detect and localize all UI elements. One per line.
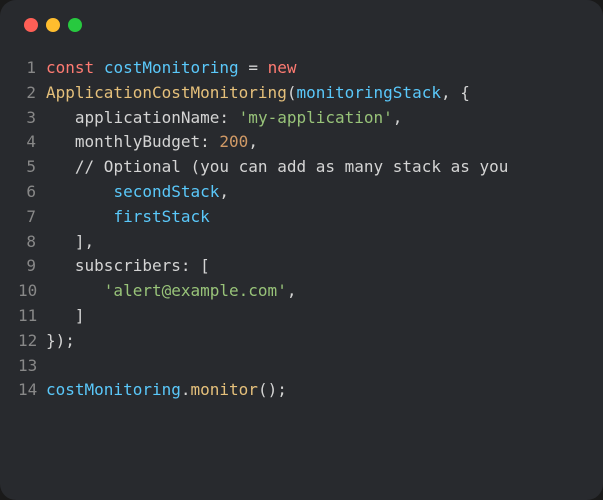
token-punct bbox=[94, 58, 104, 77]
token-op: = bbox=[248, 58, 258, 77]
line-content[interactable]: ], bbox=[46, 230, 94, 255]
line-content[interactable]: costMonitoring.monitor(); bbox=[46, 378, 287, 403]
line-number: 3 bbox=[18, 106, 46, 131]
token-punct: , { bbox=[441, 83, 470, 102]
token-var: costMonitoring bbox=[46, 380, 181, 399]
code-line[interactable]: 2ApplicationCostMonitoring(monitoringSta… bbox=[18, 81, 585, 106]
line-content[interactable]: ] bbox=[46, 304, 85, 329]
token-method: monitor bbox=[191, 380, 258, 399]
line-number: 8 bbox=[18, 230, 46, 255]
line-content[interactable]: }); bbox=[46, 329, 75, 354]
token-punct: (); bbox=[258, 380, 287, 399]
code-line[interactable]: 6 secondStack, bbox=[18, 180, 585, 205]
line-content[interactable]: // Optional (you can add as many stack a… bbox=[46, 155, 508, 180]
code-line[interactable]: 7 firstStack bbox=[18, 205, 585, 230]
code-line[interactable]: 12}); bbox=[18, 329, 585, 354]
token-punct bbox=[46, 132, 75, 151]
token-keyword: new bbox=[268, 58, 297, 77]
code-line[interactable]: 13 bbox=[18, 354, 585, 379]
token-punct: , bbox=[219, 182, 229, 201]
token-prop: monthlyBudget bbox=[75, 132, 200, 151]
line-number: 4 bbox=[18, 130, 46, 155]
token-prop: subscribers bbox=[75, 256, 181, 275]
line-content[interactable]: monthlyBudget: 200, bbox=[46, 130, 258, 155]
token-keyword: const bbox=[46, 58, 94, 77]
token-punct: ], bbox=[46, 232, 94, 251]
token-string: 'my-application' bbox=[239, 108, 393, 127]
close-icon[interactable] bbox=[24, 18, 38, 32]
token-prop: applicationName bbox=[75, 108, 220, 127]
token-punct bbox=[258, 58, 268, 77]
code-line[interactable]: 3 applicationName: 'my-application', bbox=[18, 106, 585, 131]
line-content[interactable]: 'alert@example.com', bbox=[46, 279, 296, 304]
line-content[interactable]: subscribers: [ bbox=[46, 254, 210, 279]
code-line[interactable]: 1const costMonitoring = new bbox=[18, 56, 585, 81]
maximize-icon[interactable] bbox=[68, 18, 82, 32]
token-punct: , bbox=[287, 281, 297, 300]
token-class: ApplicationCostMonitoring bbox=[46, 83, 287, 102]
line-number: 1 bbox=[18, 56, 46, 81]
token-punct bbox=[239, 58, 249, 77]
token-punct bbox=[46, 157, 75, 176]
code-line[interactable]: 5 // Optional (you can add as many stack… bbox=[18, 155, 585, 180]
code-line[interactable]: 4 monthlyBudget: 200, bbox=[18, 130, 585, 155]
traffic-lights bbox=[0, 18, 603, 32]
token-punct: ] bbox=[46, 306, 85, 325]
code-area[interactable]: 1const costMonitoring = new2ApplicationC… bbox=[0, 56, 603, 403]
line-number: 13 bbox=[18, 354, 46, 379]
token-punct bbox=[46, 207, 113, 226]
line-number: 12 bbox=[18, 329, 46, 354]
token-punct: . bbox=[181, 380, 191, 399]
line-content[interactable]: const costMonitoring = new bbox=[46, 56, 297, 81]
token-punct: , bbox=[393, 108, 403, 127]
line-number: 14 bbox=[18, 378, 46, 403]
line-content[interactable]: ApplicationCostMonitoring(monitoringStac… bbox=[46, 81, 470, 106]
line-number: 7 bbox=[18, 205, 46, 230]
line-number: 9 bbox=[18, 254, 46, 279]
token-punct: , bbox=[248, 132, 258, 151]
token-punct: }); bbox=[46, 331, 75, 350]
line-number: 10 bbox=[18, 279, 46, 304]
token-number: 200 bbox=[219, 132, 248, 151]
line-content[interactable]: applicationName: 'my-application', bbox=[46, 106, 402, 131]
line-content[interactable]: secondStack, bbox=[46, 180, 229, 205]
token-var: costMonitoring bbox=[104, 58, 239, 77]
token-param: monitoringStack bbox=[296, 83, 441, 102]
line-number: 2 bbox=[18, 81, 46, 106]
token-punct: : bbox=[200, 132, 219, 151]
token-punct: : bbox=[219, 108, 238, 127]
line-number: 11 bbox=[18, 304, 46, 329]
code-line[interactable]: 10 'alert@example.com', bbox=[18, 279, 585, 304]
token-param: secondStack bbox=[113, 182, 219, 201]
line-number: 5 bbox=[18, 155, 46, 180]
token-punct: : [ bbox=[181, 256, 210, 275]
token-comment: // Optional (you can add as many stack a… bbox=[75, 157, 508, 176]
code-editor-window: 1const costMonitoring = new2ApplicationC… bbox=[0, 0, 603, 500]
code-line[interactable]: 8 ], bbox=[18, 230, 585, 255]
token-punct bbox=[46, 281, 104, 300]
code-line[interactable]: 9 subscribers: [ bbox=[18, 254, 585, 279]
line-content[interactable]: firstStack bbox=[46, 205, 210, 230]
code-line[interactable]: 14costMonitoring.monitor(); bbox=[18, 378, 585, 403]
token-punct bbox=[46, 256, 75, 275]
code-line[interactable]: 11 ] bbox=[18, 304, 585, 329]
token-punct bbox=[46, 182, 113, 201]
minimize-icon[interactable] bbox=[46, 18, 60, 32]
token-param: firstStack bbox=[113, 207, 209, 226]
line-number: 6 bbox=[18, 180, 46, 205]
token-string: 'alert@example.com' bbox=[104, 281, 287, 300]
token-punct bbox=[46, 108, 75, 127]
